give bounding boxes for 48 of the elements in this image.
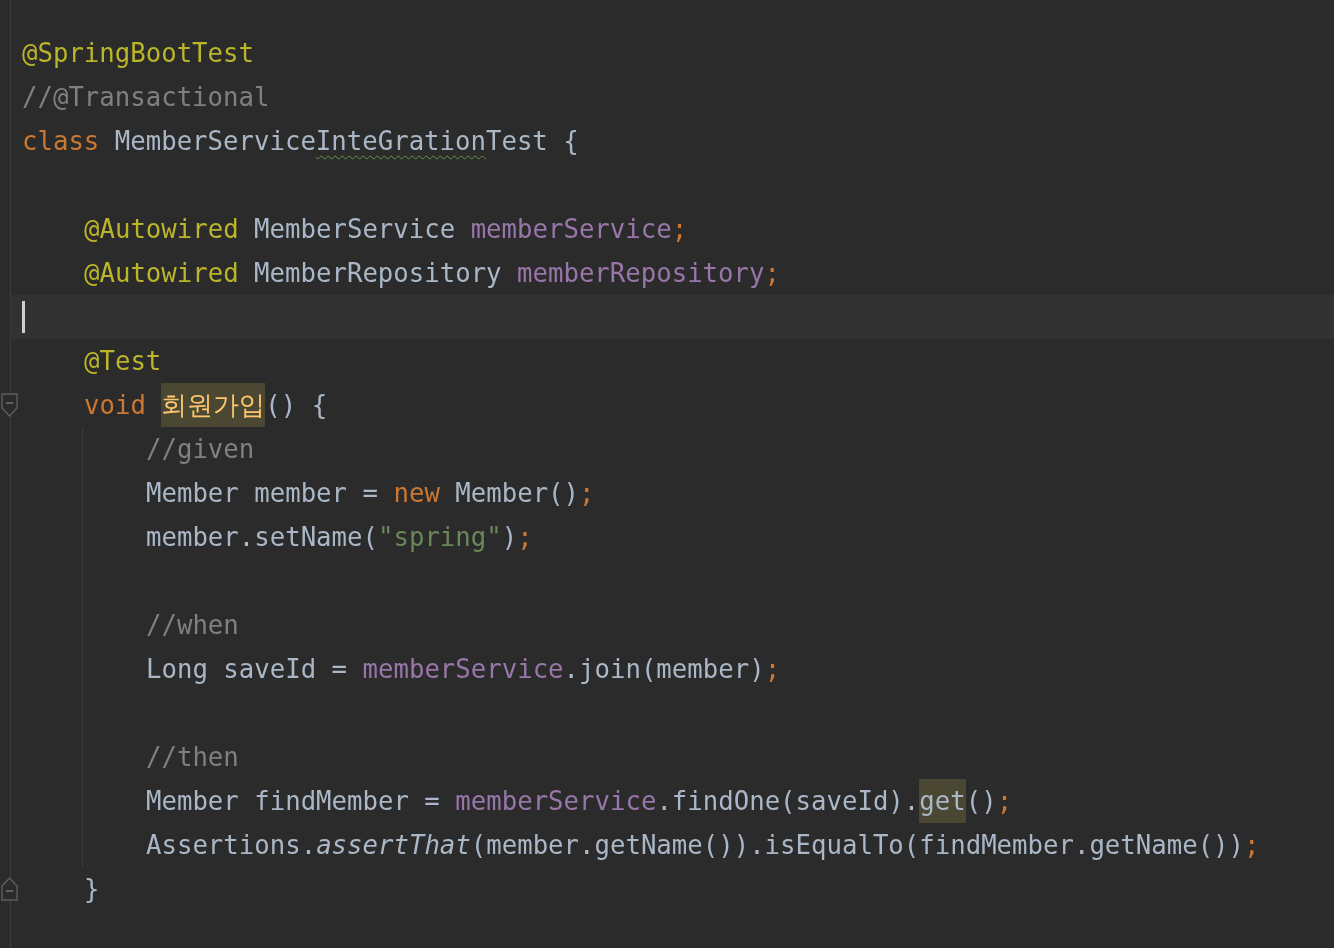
semicolon: ; bbox=[517, 521, 533, 554]
code-text: } bbox=[84, 873, 100, 906]
code-text: MemberService bbox=[253, 213, 457, 246]
code-text: Test { bbox=[485, 125, 579, 158]
field-name: memberRepository bbox=[517, 257, 765, 290]
semicolon: ; bbox=[579, 477, 595, 510]
fold-marker-icon[interactable] bbox=[1, 877, 18, 901]
method-name: 회원가입 bbox=[161, 383, 266, 427]
keyword-text: void bbox=[84, 389, 147, 422]
semicolon: ; bbox=[764, 257, 780, 290]
code-text: Member() bbox=[454, 477, 580, 510]
method-call: assertThat bbox=[316, 829, 471, 862]
annotation-text: @Test bbox=[84, 345, 162, 378]
comment-text: //@Transactional bbox=[22, 81, 270, 114]
field-name: memberService bbox=[455, 785, 657, 818]
code-text: (member.getName()).isEqualTo(findMember.getName()) bbox=[470, 829, 1245, 862]
comment-text: //when bbox=[146, 609, 239, 642]
code-text: MemberRepository bbox=[253, 257, 503, 290]
semicolon: ; bbox=[1244, 829, 1260, 862]
semicolon: ; bbox=[764, 653, 781, 686]
code-text: () bbox=[965, 785, 997, 818]
semicolon: ; bbox=[996, 785, 1013, 818]
code-text: member.setName( bbox=[146, 521, 378, 554]
annotation-text: @Autowired bbox=[84, 257, 239, 290]
code-text: .join(member) bbox=[563, 653, 765, 686]
annotation-text: @SpringBootTest bbox=[22, 37, 254, 70]
keyword-text: class bbox=[22, 125, 100, 158]
field-name: memberService bbox=[362, 653, 564, 686]
fold-marker-icon[interactable] bbox=[1, 393, 18, 417]
code-editor[interactable] bbox=[0, 0, 1334, 948]
semicolon: ; bbox=[671, 213, 688, 246]
code-text: MemberService bbox=[113, 125, 316, 158]
text-cursor bbox=[22, 301, 25, 333]
comment-text: //given bbox=[146, 433, 255, 466]
annotation-text: @Autowired bbox=[84, 213, 239, 246]
code-text: ) bbox=[501, 521, 518, 554]
string-literal: "spring" bbox=[378, 521, 502, 554]
code-text: get bbox=[919, 779, 966, 823]
code-text: Assertions. bbox=[146, 829, 317, 862]
comment-text: //then bbox=[146, 741, 239, 774]
code-text: () { bbox=[265, 389, 328, 422]
field-name: memberService bbox=[470, 213, 672, 246]
code-text: InteGration bbox=[315, 125, 486, 158]
code-text: Member findMember = bbox=[146, 785, 441, 818]
code-text: .findOne(saveId). bbox=[656, 785, 920, 818]
code-text: Member member = bbox=[146, 477, 379, 510]
code-text: Long saveId = bbox=[146, 653, 349, 686]
keyword-text: new bbox=[393, 477, 440, 510]
